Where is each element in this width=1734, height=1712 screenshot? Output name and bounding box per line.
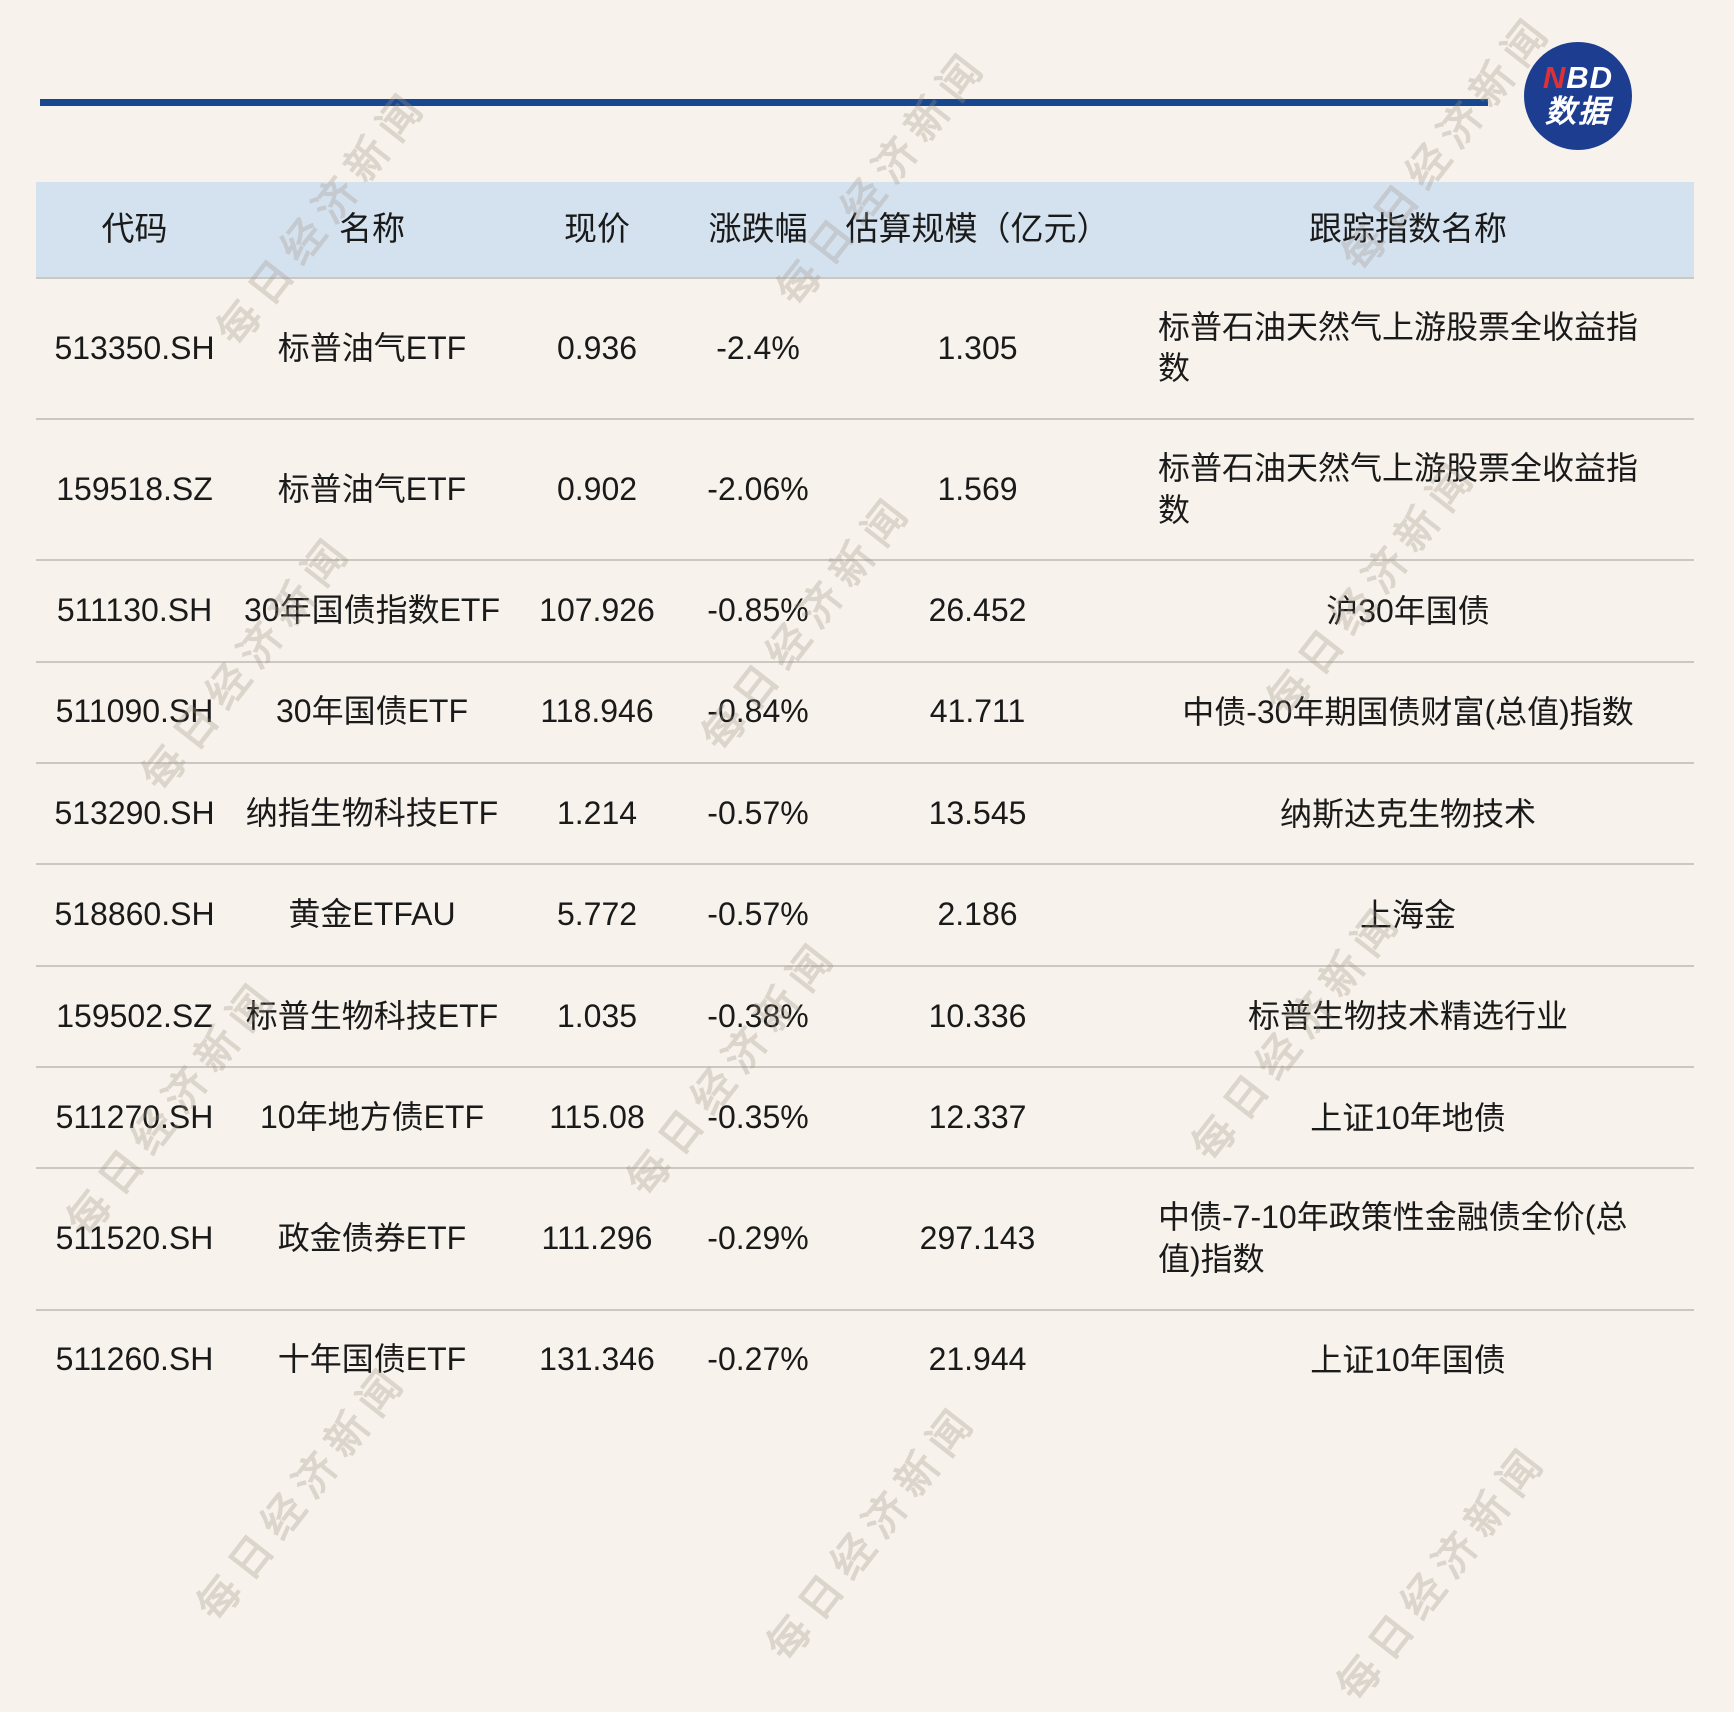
cell-name: 十年国债ETF bbox=[233, 1310, 511, 1410]
cell-code: 518860.SH bbox=[36, 864, 233, 965]
cell-name: 标普生物科技ETF bbox=[233, 966, 511, 1067]
cell-index: 标普生物技术精选行业 bbox=[1122, 966, 1694, 1067]
cell-name: 30年国债ETF bbox=[233, 662, 511, 763]
column-header-name: 名称 bbox=[233, 182, 511, 278]
index-name-text: 标普石油天然气上游股票全收益指数 bbox=[1158, 307, 1658, 390]
column-header-code: 代码 bbox=[36, 182, 233, 278]
cell-index: 中债-7-10年政策性金融债全价(总值)指数 bbox=[1122, 1168, 1694, 1309]
cell-scale: 297.143 bbox=[833, 1168, 1122, 1309]
cell-index: 上证10年地债 bbox=[1122, 1067, 1694, 1168]
cell-index: 沪30年国债 bbox=[1122, 560, 1694, 661]
index-name-text: 标普生物技术精选行业 bbox=[1248, 996, 1568, 1038]
cell-change: -2.06% bbox=[683, 419, 833, 560]
cell-code: 513290.SH bbox=[36, 763, 233, 864]
index-name-text: 沪30年国债 bbox=[1326, 591, 1490, 633]
cell-code: 159518.SZ bbox=[36, 419, 233, 560]
table-row: 511090.SH30年国债ETF118.946-0.84%41.711 中债-3… bbox=[36, 662, 1694, 763]
cell-price: 1.035 bbox=[511, 966, 683, 1067]
cell-scale: 21.944 bbox=[833, 1310, 1122, 1410]
cell-name: 黄金ETFAU bbox=[233, 864, 511, 965]
nbd-logo-letter-n: N bbox=[1543, 60, 1566, 95]
cell-scale: 26.452 bbox=[833, 560, 1122, 661]
table-row: 511520.SH政金债券ETF111.296-0.29%297.143 中债-7… bbox=[36, 1168, 1694, 1309]
cell-change: -2.4% bbox=[683, 278, 833, 419]
cell-index: 标普石油天然气上游股票全收益指数 bbox=[1122, 278, 1694, 419]
header-row: 代码名称现价涨跌幅估算规模（亿元）跟踪指数名称 bbox=[36, 182, 1694, 278]
cell-scale: 41.711 bbox=[833, 662, 1122, 763]
index-name-text: 上海金 bbox=[1360, 895, 1456, 937]
cell-change: -0.38% bbox=[683, 966, 833, 1067]
cell-name: 标普油气ETF bbox=[233, 278, 511, 419]
cell-change: -0.29% bbox=[683, 1168, 833, 1309]
index-name-text: 标普石油天然气上游股票全收益指数 bbox=[1158, 448, 1658, 531]
cell-change: -0.57% bbox=[683, 864, 833, 965]
cell-scale: 1.569 bbox=[833, 419, 1122, 560]
table-row: 513290.SH纳指生物科技ETF1.214-0.57%13.545 纳斯达克生… bbox=[36, 763, 1694, 864]
cell-change: -0.35% bbox=[683, 1067, 833, 1168]
table-row: 159502.SZ标普生物科技ETF1.035-0.38%10.336 标普生物技… bbox=[36, 966, 1694, 1067]
table-row: 518860.SH黄金ETFAU5.772-0.57%2.186 上海金 bbox=[36, 864, 1694, 965]
cell-index: 纳斯达克生物技术 bbox=[1122, 763, 1694, 864]
column-header-price: 现价 bbox=[511, 182, 683, 278]
cell-name: 10年地方债ETF bbox=[233, 1067, 511, 1168]
cell-name: 政金债券ETF bbox=[233, 1168, 511, 1309]
cell-price: 5.772 bbox=[511, 864, 683, 965]
cell-change: -0.27% bbox=[683, 1310, 833, 1410]
cell-scale: 1.305 bbox=[833, 278, 1122, 419]
cell-code: 159502.SZ bbox=[36, 966, 233, 1067]
index-name-text: 中债-7-10年政策性金融债全价(总值)指数 bbox=[1158, 1197, 1658, 1280]
table-header: 代码名称现价涨跌幅估算规模（亿元）跟踪指数名称 bbox=[36, 182, 1694, 278]
cell-code: 513350.SH bbox=[36, 278, 233, 419]
cell-code: 511260.SH bbox=[36, 1310, 233, 1410]
cell-name: 30年国债指数ETF bbox=[233, 560, 511, 661]
cell-scale: 12.337 bbox=[833, 1067, 1122, 1168]
table-row: 513350.SH标普油气ETF0.936-2.4%1.305 标普石油天然气上游… bbox=[36, 278, 1694, 419]
cell-price: 118.946 bbox=[511, 662, 683, 763]
table-row: 159518.SZ标普油气ETF0.902-2.06%1.569 标普石油天然气上… bbox=[36, 419, 1694, 560]
cell-code: 511270.SH bbox=[36, 1067, 233, 1168]
header-divider-line bbox=[40, 99, 1488, 106]
nbd-logo-text: NBD bbox=[1543, 62, 1613, 95]
cell-index: 中债-30年期国债财富(总值)指数 bbox=[1122, 662, 1694, 763]
cell-code: 511130.SH bbox=[36, 560, 233, 661]
column-header-change: 涨跌幅 bbox=[683, 182, 833, 278]
cell-price: 107.926 bbox=[511, 560, 683, 661]
cell-change: -0.85% bbox=[683, 560, 833, 661]
cell-price: 131.346 bbox=[511, 1310, 683, 1410]
index-name-text: 中债-30年期国债财富(总值)指数 bbox=[1182, 692, 1634, 734]
cell-name: 标普油气ETF bbox=[233, 419, 511, 560]
cell-price: 1.214 bbox=[511, 763, 683, 864]
table-row: 511260.SH十年国债ETF131.346-0.27%21.944 上证10年… bbox=[36, 1310, 1694, 1410]
cell-price: 111.296 bbox=[511, 1168, 683, 1309]
nbd-logo-letters-bd: BD bbox=[1566, 60, 1613, 95]
cell-scale: 10.336 bbox=[833, 966, 1122, 1067]
cell-price: 115.08 bbox=[511, 1067, 683, 1168]
nbd-logo: NBD 数据 bbox=[1524, 42, 1632, 150]
cell-index: 上海金 bbox=[1122, 864, 1694, 965]
index-name-text: 上证10年国债 bbox=[1310, 1340, 1506, 1382]
cell-code: 511520.SH bbox=[36, 1168, 233, 1309]
table-row: 511130.SH30年国债指数ETF107.926-0.85%26.452 沪3… bbox=[36, 560, 1694, 661]
etf-table: 代码名称现价涨跌幅估算规模（亿元）跟踪指数名称 513350.SH标普油气ETF… bbox=[36, 182, 1694, 1410]
column-header-index: 跟踪指数名称 bbox=[1122, 182, 1694, 278]
cell-scale: 2.186 bbox=[833, 864, 1122, 965]
cell-change: -0.57% bbox=[683, 763, 833, 864]
column-header-scale: 估算规模（亿元） bbox=[833, 182, 1122, 278]
cell-index: 上证10年国债 bbox=[1122, 1310, 1694, 1410]
index-name-text: 纳斯达克生物技术 bbox=[1280, 794, 1536, 836]
watermark: 每日经济新闻 bbox=[750, 1388, 990, 1671]
cell-scale: 13.545 bbox=[833, 763, 1122, 864]
index-name-text: 上证10年地债 bbox=[1310, 1098, 1506, 1140]
cell-code: 511090.SH bbox=[36, 662, 233, 763]
cell-name: 纳指生物科技ETF bbox=[233, 763, 511, 864]
watermark: 每日经济新闻 bbox=[1320, 1428, 1560, 1711]
nbd-logo-subtitle: 数据 bbox=[1545, 94, 1611, 130]
table-body: 513350.SH标普油气ETF0.936-2.4%1.305 标普石油天然气上游… bbox=[36, 278, 1694, 1410]
cell-price: 0.936 bbox=[511, 278, 683, 419]
page: { "brand": { "logo_line1_red": "N", "log… bbox=[0, 0, 1734, 1410]
cell-index: 标普石油天然气上游股票全收益指数 bbox=[1122, 419, 1694, 560]
cell-change: -0.84% bbox=[683, 662, 833, 763]
table-row: 511270.SH10年地方债ETF115.08-0.35%12.337 上证10… bbox=[36, 1067, 1694, 1168]
cell-price: 0.902 bbox=[511, 419, 683, 560]
